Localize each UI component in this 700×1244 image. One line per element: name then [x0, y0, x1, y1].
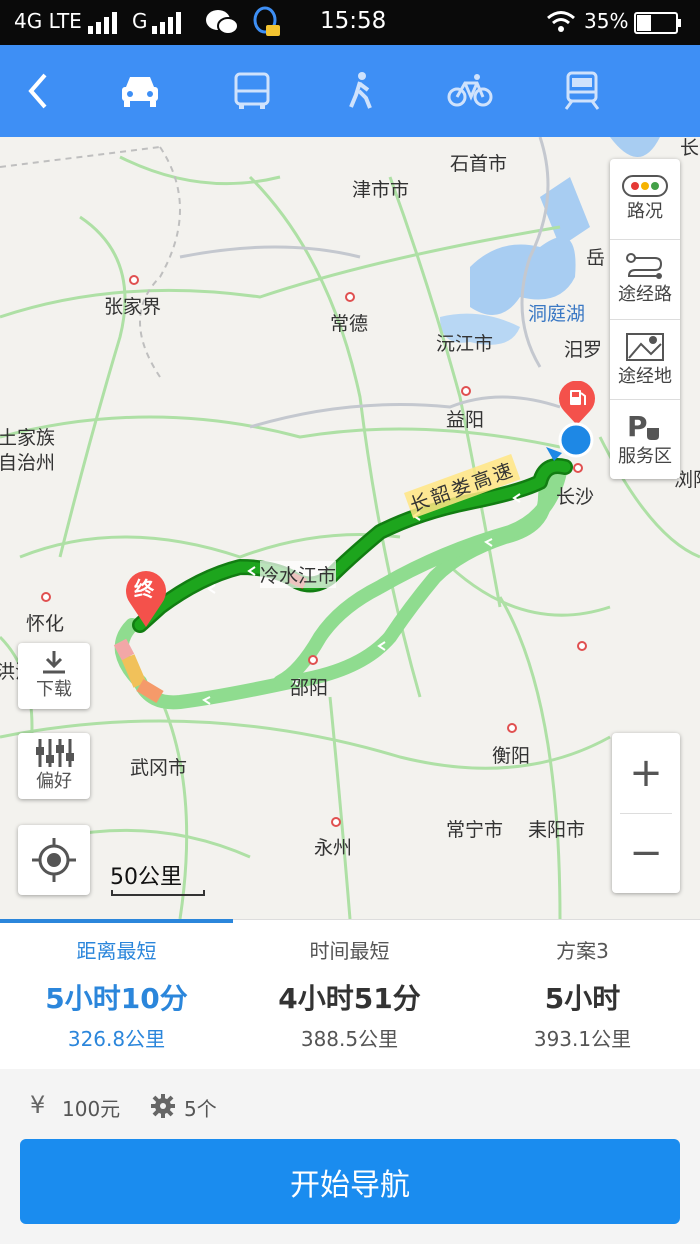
walk-icon: [349, 72, 372, 109]
battery-percent: 35%: [584, 9, 629, 33]
traffic-light-count: 5个: [184, 1097, 217, 1121]
zoom-controls: + −: [612, 733, 680, 893]
map-label: 土家族: [0, 427, 56, 449]
current-location-marker: [540, 421, 596, 469]
mode-train-tab[interactable]: [554, 63, 610, 119]
download-icon: [43, 651, 65, 674]
route-option-fastest[interactable]: 时间最短 4小时51分 388.5公里: [233, 919, 466, 1069]
network-label: 4G LTE: [14, 9, 82, 33]
map-label: 邵阳: [290, 677, 329, 699]
zoom-out-button[interactable]: −: [612, 813, 680, 893]
waypoint-place-label: 途经地: [618, 366, 672, 387]
wifi-icon: [546, 10, 576, 38]
mode-bike-tab[interactable]: [442, 63, 498, 119]
start-navigation-button[interactable]: 开始导航: [20, 1139, 680, 1224]
waypoint-route-button[interactable]: 途经路: [610, 239, 680, 319]
scale-label: 50公里: [110, 865, 182, 890]
lake-label: 洞庭湖: [528, 303, 586, 325]
map-label: 常德: [330, 313, 369, 335]
route-time: 5小时10分: [45, 982, 188, 1015]
route-name: 时间最短: [309, 939, 390, 963]
traffic-light-count-icon: [150, 1093, 176, 1123]
qq-icon: [252, 5, 282, 43]
route-distance: 393.1公里: [533, 1027, 632, 1051]
start-navigation-label: 开始导航: [290, 1167, 410, 1203]
bike-icon: [447, 74, 493, 107]
traffic-button[interactable]: 路况: [610, 159, 680, 239]
battery-icon: [634, 12, 682, 38]
network2-label: G: [132, 9, 148, 33]
wechat-icon: [205, 8, 239, 40]
zoom-in-button[interactable]: +: [612, 733, 680, 813]
mode-walk-tab[interactable]: [333, 63, 389, 119]
yuan-icon: ¥: [30, 1091, 46, 1119]
route-distance: 388.5公里: [300, 1027, 399, 1051]
map-label: 自治州: [0, 452, 56, 474]
map-view[interactable]: 石首市 津市市 岳 张家界 常德 洞庭湖 沅江市 汨罗 土家族 自治州 益阳 浏…: [0, 137, 700, 919]
route-options: 距离最短 5小时10分 326.8公里 时间最短 4小时51分 388.5公里 …: [0, 919, 700, 1069]
map-label: 耒阳市: [528, 819, 586, 841]
map-label: 汨罗: [564, 339, 603, 361]
locate-button[interactable]: [18, 825, 90, 895]
traffic-light-icon: [622, 175, 668, 197]
map-label: 永州: [314, 837, 353, 859]
download-label: 下载: [36, 679, 72, 700]
location-dot-icon: [546, 422, 594, 461]
preference-button[interactable]: 偏好: [18, 733, 90, 799]
map-label: 衡阳: [492, 745, 531, 767]
transport-mode-bar: [0, 45, 700, 137]
map-pin-icon: [626, 333, 664, 361]
traffic-label: 路况: [627, 201, 663, 222]
map-label: 冷水江市: [260, 561, 337, 588]
map-label: 武冈市: [130, 757, 188, 779]
map-label: 石首市: [450, 153, 508, 175]
route-name: 距离最短: [76, 939, 157, 963]
map-label: 张家界: [104, 296, 162, 318]
waypoint-route-label: 途经路: [618, 284, 672, 305]
back-arrow-icon: [28, 73, 47, 109]
parking-cafe-icon: P: [627, 410, 659, 442]
map-label: 津市市: [352, 179, 410, 201]
route-name: 方案3: [556, 939, 609, 963]
route-icon: [626, 253, 663, 279]
mode-car-tab[interactable]: [112, 63, 168, 119]
map-tools-panel: 路况 途经路 途经地 P 服务区: [610, 159, 680, 479]
map-label: 长江: [680, 137, 700, 159]
download-button[interactable]: 下载: [18, 643, 90, 709]
crosshair-icon: [32, 838, 76, 882]
map-label: 长沙: [556, 486, 595, 508]
service-area-button[interactable]: P 服务区: [610, 399, 680, 479]
service-area-label: 服务区: [618, 446, 672, 467]
svg-text:P: P: [627, 410, 648, 442]
minus-icon: −: [629, 830, 663, 876]
map-label: 常宁市: [446, 819, 504, 841]
route-time: 4小时51分: [278, 982, 421, 1015]
clock: 15:58: [320, 8, 387, 34]
map-label: 怀化: [26, 613, 65, 635]
signal-icon: [88, 12, 122, 38]
map-label: 岳: [586, 247, 606, 269]
route-option-3[interactable]: 方案3 5小时 393.1公里: [466, 919, 699, 1069]
mode-bus-tab[interactable]: [224, 63, 280, 119]
waypoint-place-button[interactable]: 途经地: [610, 319, 680, 399]
map-label: 益阳: [446, 409, 485, 431]
route-time: 5小时: [544, 982, 621, 1015]
map-label: 沅江市: [436, 333, 494, 355]
status-bar: 4G LTE G 15:58 35%: [0, 0, 700, 45]
destination-label: 终: [134, 577, 154, 601]
sliders-icon: [36, 739, 74, 767]
route-distance: 326.8公里: [67, 1027, 166, 1051]
toll-fee: 100元: [62, 1097, 121, 1121]
bus-icon: [234, 72, 270, 109]
car-icon: [122, 77, 158, 107]
destination-marker[interactable]: 终: [122, 567, 170, 627]
preference-label: 偏好: [36, 771, 72, 792]
train-icon: [564, 71, 600, 110]
signal-icon: [152, 12, 186, 38]
plus-icon: +: [629, 750, 663, 796]
route-option-shortest[interactable]: 距离最短 5小时10分 326.8公里: [0, 919, 233, 1069]
back-button[interactable]: [10, 63, 66, 119]
